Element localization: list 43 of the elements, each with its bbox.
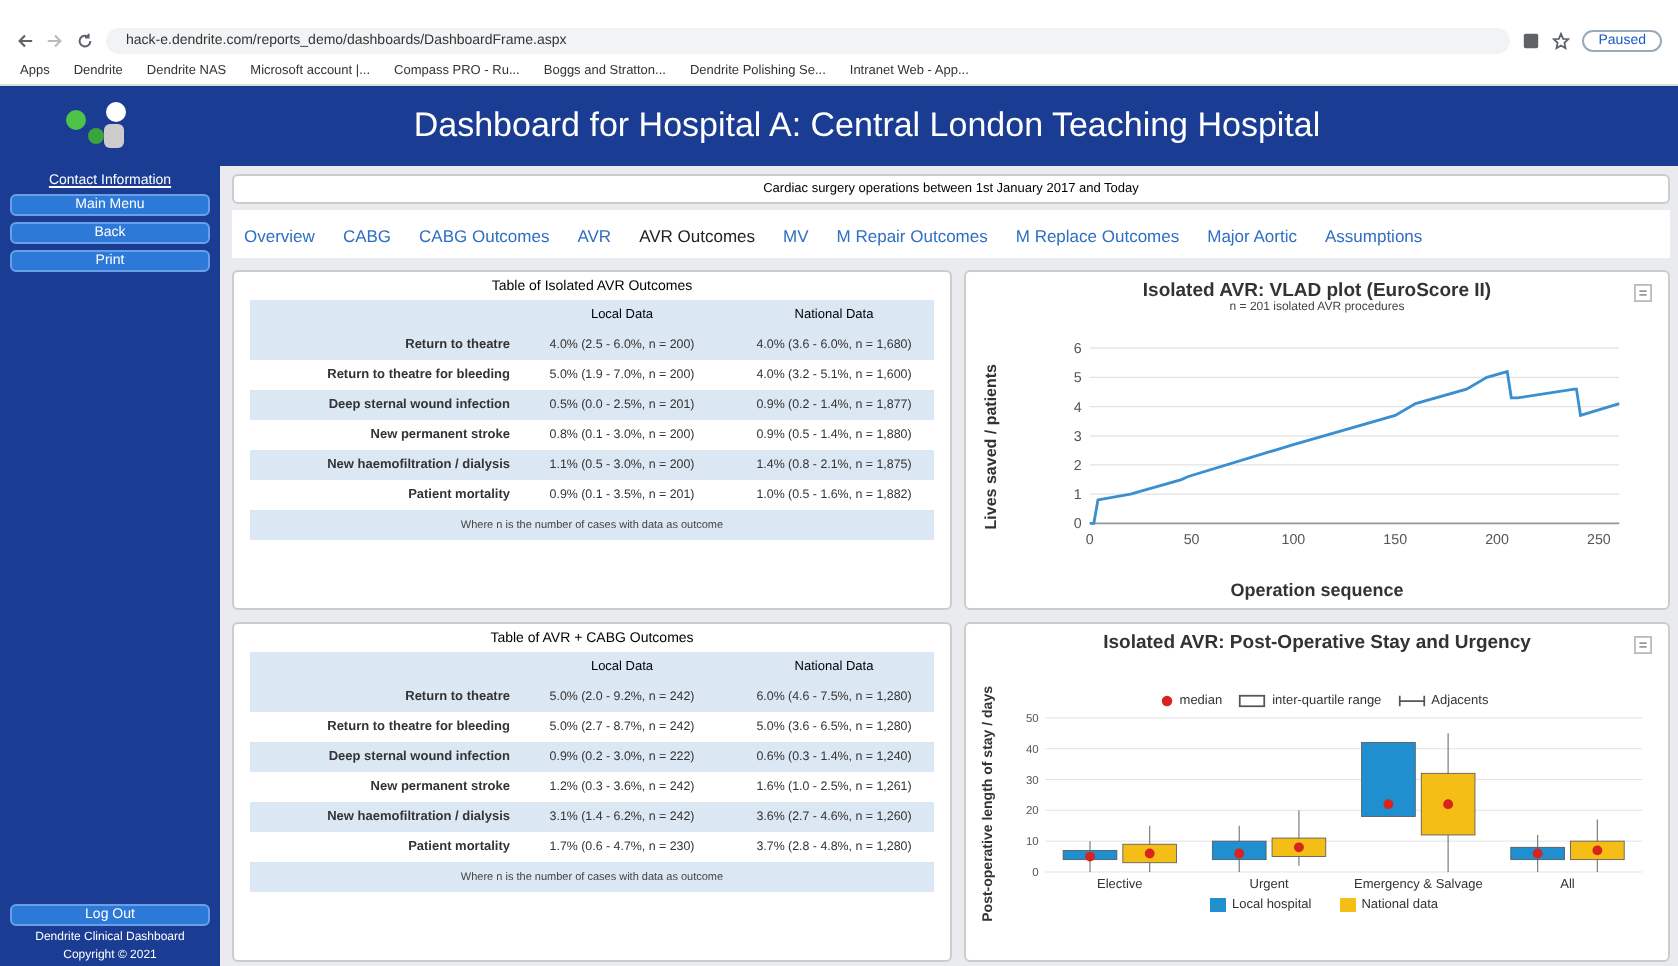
y-tick-label: 2 <box>1073 457 1082 474</box>
box-plot-drawing <box>1211 809 1327 873</box>
x-axis-label: Operation sequence <box>1230 580 1404 600</box>
y-tick-label: 3 <box>1073 427 1082 444</box>
export-icon[interactable] <box>1634 636 1652 654</box>
chart-title: Isolated AVR: Post-Operative Stay and Urgency <box>1103 632 1531 654</box>
tab[interactable]: MV <box>783 226 809 246</box>
tab[interactable]: M Repair Outcomes <box>836 226 988 246</box>
box-plot-drawing <box>1062 824 1177 873</box>
box-icon <box>1238 693 1267 708</box>
legend-swatch-icon <box>1209 898 1226 913</box>
x-tick-label: 0 <box>1085 530 1094 547</box>
tab[interactable]: AVR Outcomes <box>639 226 756 246</box>
y-axis-label: Lives saved / patients <box>982 364 1000 530</box>
y-tick-label: 4 <box>1073 398 1082 415</box>
back-icon[interactable] <box>16 31 34 49</box>
export-icon[interactable] <box>1634 284 1652 302</box>
x-tick-label: 150 <box>1383 530 1408 547</box>
tab[interactable]: M Replace Outcomes <box>1015 226 1180 246</box>
x-tick-label: 250 <box>1587 530 1611 547</box>
y-tick-label: 5 <box>1073 369 1082 386</box>
box-plot-drawing <box>1510 818 1625 873</box>
y-tick-label: 1 <box>1073 486 1082 503</box>
whisker-icon <box>1397 693 1426 708</box>
reload-icon[interactable] <box>76 31 94 49</box>
y-tick-label: 6 <box>1073 340 1082 357</box>
x-tick-label: 50 <box>1183 530 1200 547</box>
y-tick-label: 0 <box>1073 515 1082 532</box>
tab[interactable]: Major Aortic <box>1207 226 1297 246</box>
extension-icon[interactable] <box>1522 31 1541 49</box>
box-plot-drawing <box>1361 732 1476 873</box>
star-icon[interactable] <box>1552 31 1571 49</box>
tab[interactable]: Assumptions <box>1324 226 1423 246</box>
tab[interactable]: Overview <box>244 226 315 246</box>
legend-swatch-icon <box>1339 898 1356 913</box>
median-dot-icon <box>1159 693 1174 708</box>
chart-title: Isolated AVR: VLAD plot (EuroScore II) <box>1142 280 1492 302</box>
tab[interactable]: CABG Outcomes <box>419 226 550 246</box>
dashboard-title: Dashboard for Hospital A: Central London Teaching Hospital <box>411 106 1323 146</box>
x-tick-label: 100 <box>1281 530 1306 547</box>
tab[interactable]: CABG <box>342 226 392 246</box>
x-tick-label: 200 <box>1485 530 1509 547</box>
tab[interactable]: AVR <box>577 226 612 246</box>
